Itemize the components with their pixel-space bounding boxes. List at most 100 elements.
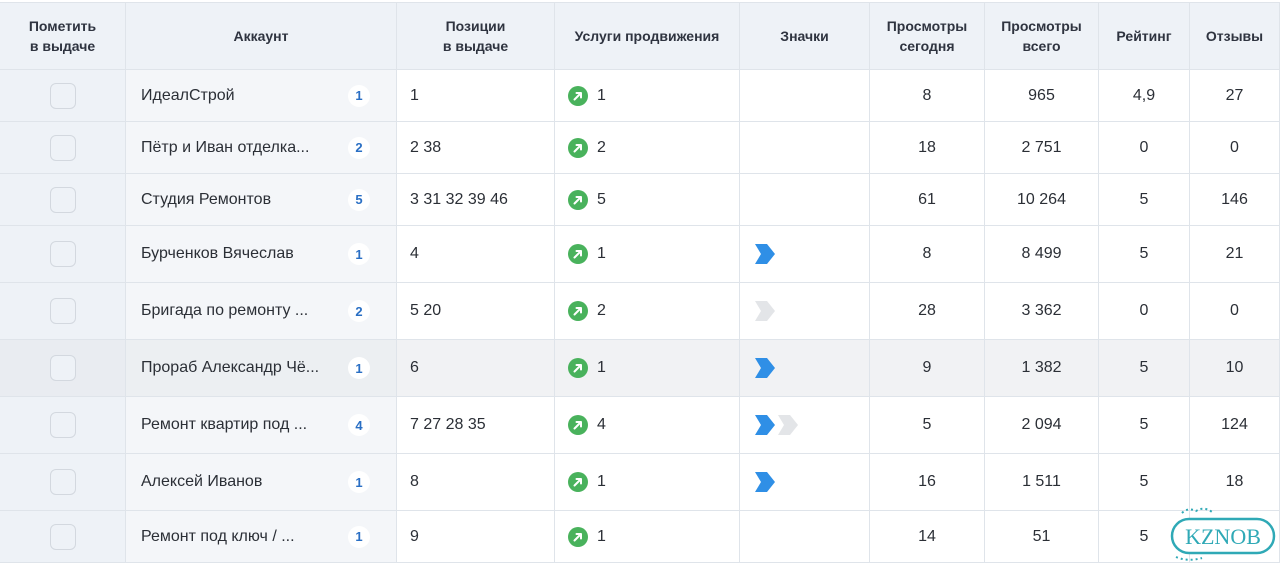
service-count: 1 (597, 359, 606, 376)
table-row[interactable]: Бурченков Вячеслав 1 4 1 8 8 499 5 21 (0, 225, 1280, 283)
col-header-rating[interactable]: Рейтинг (1098, 2, 1190, 70)
service-count: 5 (597, 190, 606, 208)
col-header-reviews[interactable]: Отзывы (1189, 2, 1280, 70)
table-row[interactable]: Студия Ремонтов 5 3 31 32 39 46 5 61 10 264 5 1… (0, 173, 1280, 226)
table-row[interactable]: ИдеалСтрой 1 1 1 8 965 4,9 27 (0, 69, 1280, 122)
views-today-cell: 14 (869, 510, 985, 563)
rating-cell: 5 (1098, 173, 1190, 226)
table-row[interactable]: Алексей Иванов 1 8 1 16 1 511 5 18 (0, 453, 1280, 511)
reviews-cell: 18 (1189, 453, 1280, 511)
badge-blue-chevron-icon[interactable] (753, 242, 777, 266)
views-total-cell: 2 094 (984, 396, 1099, 454)
promotion-arrow-icon[interactable] (568, 189, 588, 210)
promotion-arrow-icon[interactable] (568, 358, 588, 378)
account-wrap: Ремонт под ключ / ... 1 (126, 525, 396, 548)
col-header-positions[interactable]: Позиции в выдаче (396, 2, 555, 70)
positions-cell: 4 (396, 225, 555, 283)
services-cell: 1 (554, 69, 740, 122)
views-today-cell: 5 (869, 396, 985, 454)
col-header-views-today[interactable]: Просмотры сегодня (869, 2, 985, 70)
badges-cell (739, 121, 870, 174)
positions-cell: 6 (396, 339, 555, 397)
badge-blue-chevron-icon[interactable] (753, 356, 777, 380)
rating-cell: 5 (1098, 339, 1190, 397)
col-header-positions-line1: Позиции (445, 18, 506, 34)
account-name[interactable]: Ремонт квартир под ... (141, 416, 307, 434)
account-count-badge: 1 (348, 525, 370, 548)
services-cell: 4 (554, 396, 740, 454)
views-today-cell: 8 (869, 69, 985, 122)
mark-checkbox[interactable] (49, 469, 76, 495)
mark-checkbox[interactable] (49, 82, 76, 109)
account-cell: Бурченков Вячеслав 1 (125, 225, 397, 283)
promotion-arrow-icon[interactable] (568, 244, 588, 264)
col-header-services[interactable]: Услуги продвижения (554, 2, 740, 70)
reviews-cell: 0 (1189, 282, 1280, 340)
table-row[interactable]: Ремонт под ключ / ...191145159 (0, 510, 1280, 563)
badge-gray-chevron-icon[interactable] (753, 299, 777, 323)
account-name[interactable]: Пётр и Иван отделка... (141, 139, 309, 157)
mark-checkbox[interactable] (49, 134, 76, 161)
badges-cell (739, 510, 870, 563)
account-name[interactable]: Студия Ремонтов (141, 191, 271, 209)
table-row[interactable]: Ремонт квартир под ... 4 7 27 28 35 4 5 2 094… (0, 396, 1280, 454)
account-wrap: Бригада по ремонту ... 2 (126, 300, 396, 322)
mark-cell (0, 69, 126, 122)
account-name[interactable]: Бурченков Вячеслав (141, 245, 294, 263)
col-header-badges[interactable]: Значки (739, 2, 870, 70)
badge-gray-chevron-icon[interactable] (776, 413, 800, 437)
table-row[interactable]: Бригада по ремонту ... 2 5 20 2 28 3 362 0 0 (0, 282, 1280, 340)
account-wrap: Ремонт квартир под ... 4 (126, 414, 396, 436)
services-cell: 1 (554, 453, 740, 511)
account-name[interactable]: Ремонт под ключ / ... (141, 528, 295, 546)
col-header-views-total[interactable]: Просмотры всего (984, 2, 1099, 70)
badges-wrap (753, 242, 869, 266)
mark-checkbox[interactable] (49, 355, 76, 381)
badge-blue-chevron-icon[interactable] (753, 470, 777, 494)
account-wrap: Алексей Иванов 1 (126, 471, 396, 493)
services-wrap: 2 (568, 137, 739, 158)
promotion-arrow-icon[interactable] (568, 137, 588, 158)
services-wrap: 1 (568, 526, 739, 547)
mark-checkbox[interactable] (49, 241, 76, 267)
views-total-cell: 10 264 (984, 173, 1099, 226)
col-header-account[interactable]: Аккаунт (125, 2, 397, 70)
mark-cell (0, 225, 126, 283)
reviews-cell: 124 (1189, 396, 1280, 454)
col-header-views-today-line1: Просмотры (886, 18, 968, 34)
services-cell: 1 (554, 339, 740, 397)
promotion-arrow-icon[interactable] (568, 526, 588, 547)
table-row[interactable]: Пётр и Иван отделка... 2 2 38 2 18 2 751 0 0 (0, 121, 1280, 174)
services-wrap: 1 (568, 358, 739, 378)
mark-checkbox[interactable] (49, 298, 76, 324)
badges-cell (739, 339, 870, 397)
mark-cell (0, 396, 126, 454)
reviews-cell: 146 (1189, 173, 1280, 226)
positions-cell: 3 31 32 39 46 (396, 173, 555, 226)
promotion-arrow-icon[interactable] (568, 301, 588, 321)
promotion-arrow-icon[interactable] (568, 415, 588, 435)
badge-blue-chevron-icon[interactable] (753, 413, 777, 437)
mark-checkbox[interactable] (49, 523, 76, 550)
account-name[interactable]: Алексей Иванов (141, 473, 262, 491)
badges-cell (739, 453, 870, 511)
mark-checkbox[interactable] (49, 412, 76, 438)
account-name[interactable]: Прораб Александр Чё... (141, 359, 319, 377)
views-total-cell: 3 362 (984, 282, 1099, 340)
services-cell: 1 (554, 510, 740, 563)
views-total-cell: 51 (984, 510, 1099, 563)
account-name[interactable]: Бригада по ремонту ... (141, 302, 308, 320)
account-name[interactable]: ИдеалСтрой (141, 87, 235, 105)
mark-cell (0, 339, 126, 397)
badges-cell (739, 173, 870, 226)
table-row[interactable]: Прораб Александр Чё... 1 6 1 9 1 382 5 10 (0, 339, 1280, 397)
col-header-mark[interactable]: Пометить в выдаче (0, 2, 126, 70)
promotion-arrow-icon[interactable] (568, 85, 588, 106)
views-total-cell: 1 511 (984, 453, 1099, 511)
promotion-arrow-icon[interactable] (568, 472, 588, 492)
positions-cell: 7 27 28 35 (396, 396, 555, 454)
views-today-cell: 9 (869, 339, 985, 397)
mark-checkbox[interactable] (49, 186, 76, 213)
table-header-row: Пометить в выдаче Аккаунт Позиции в выда… (0, 2, 1280, 70)
col-header-views-total-line1: Просмотры (1001, 18, 1082, 34)
